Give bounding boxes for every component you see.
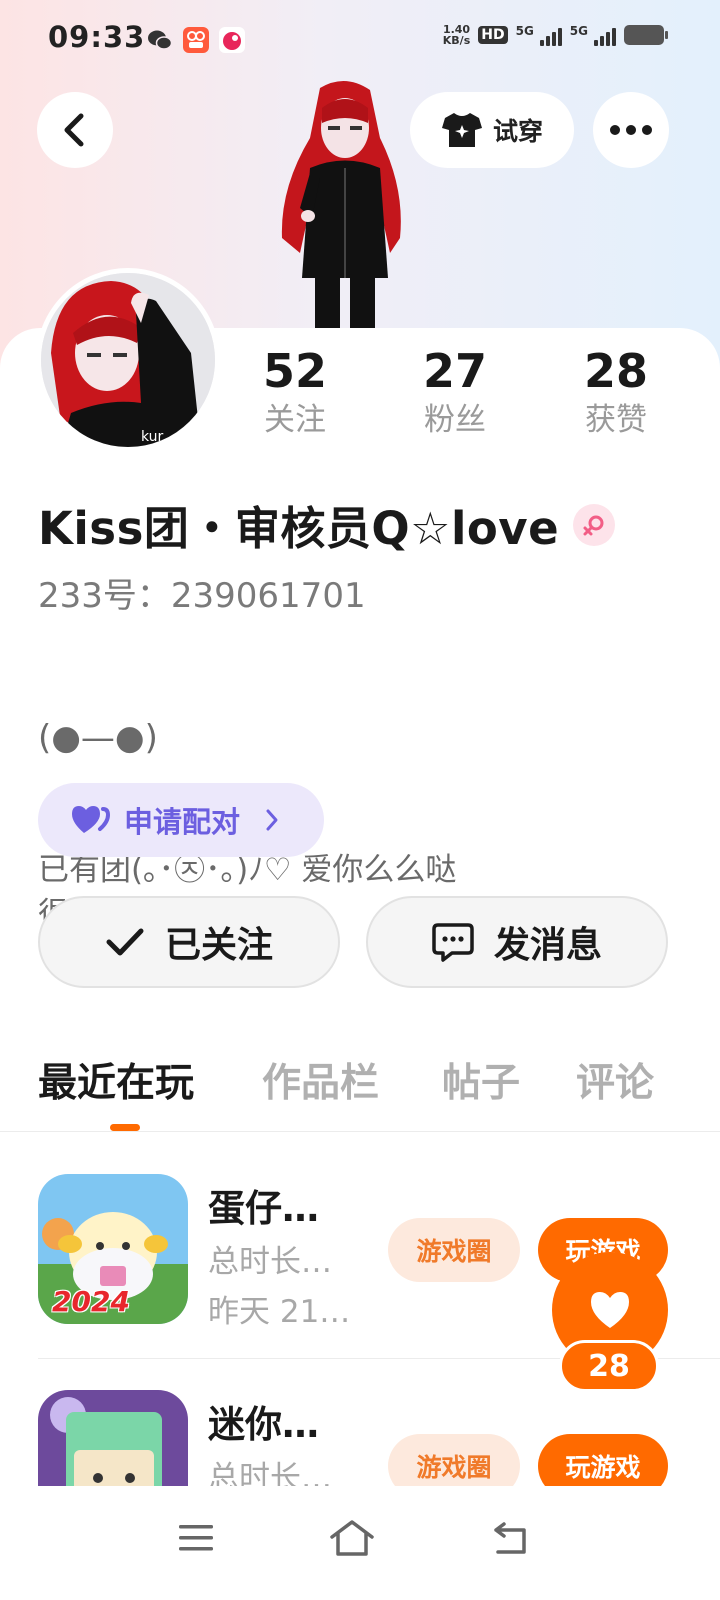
- heart-icon: [591, 1292, 629, 1328]
- game-circle-button[interactable]: 游戏圈: [388, 1434, 520, 1486]
- signal-icon-2: [594, 24, 616, 46]
- game-icon-badge: 2024: [52, 1285, 130, 1318]
- menu-icon: [179, 1525, 213, 1551]
- more-button[interactable]: [593, 92, 669, 168]
- network-type-2: 5G: [569, 24, 588, 38]
- game-total-time: 总时长…: [208, 1460, 332, 1486]
- tab-recent-play[interactable]: 最近在玩: [38, 1052, 194, 1108]
- net-speed: 1.40 KB/s: [442, 23, 471, 47]
- system-nav-bar: [0, 1486, 720, 1600]
- double-heart-icon: [72, 806, 110, 833]
- try-on-button[interactable]: 试穿: [410, 92, 574, 168]
- stat-label: 获赞: [585, 402, 647, 438]
- followed-label: 已关注: [164, 925, 273, 966]
- game-last-played: 昨天 21…: [208, 1294, 351, 1330]
- send-message-label: 发消息: [493, 925, 602, 966]
- stat-likes[interactable]: 28 获赞: [556, 342, 676, 440]
- followed-button[interactable]: 已关注: [38, 896, 340, 988]
- game-title: 蛋仔…: [208, 1187, 319, 1230]
- stat-following[interactable]: 52 关注: [235, 342, 355, 440]
- tab-comments[interactable]: 评论: [576, 1052, 654, 1108]
- avatar-image: kur: [41, 273, 215, 447]
- name-row: Kiss团・审核员Q☆love: [38, 492, 616, 557]
- stat-value: 52: [262, 344, 327, 398]
- list-item[interactable]: 迷你… 总时长… 游戏圈 玩游戏: [0, 1390, 720, 1486]
- game-icon-mini: [38, 1390, 188, 1486]
- profile-tabs: 最近在玩 作品栏 帖子 评论: [0, 1052, 720, 1132]
- tab-works[interactable]: 作品栏: [262, 1052, 379, 1108]
- home-nav-button[interactable]: [322, 1508, 382, 1568]
- stat-label: 关注: [264, 402, 326, 438]
- app-icon: [183, 27, 209, 53]
- play-game-button[interactable]: 玩游戏: [538, 1434, 668, 1486]
- like-count: 28: [559, 1340, 659, 1392]
- user-name: Kiss团・审核员Q☆love: [38, 502, 560, 555]
- tshirt-icon: [441, 113, 482, 147]
- bio-line: (●—●): [38, 718, 158, 758]
- clock: 09:33: [48, 20, 146, 54]
- chevron-left-icon: [64, 113, 84, 147]
- chevron-right-icon: [266, 809, 278, 831]
- signal-icon: [539, 24, 562, 46]
- avatar[interactable]: kur: [36, 268, 220, 452]
- app-icon-2: [219, 27, 245, 53]
- back-nav-button[interactable]: [480, 1508, 540, 1568]
- wechat-icon: [148, 30, 173, 50]
- apply-pair-button[interactable]: 申请配对: [38, 783, 324, 857]
- send-message-button[interactable]: 发消息: [366, 896, 668, 988]
- chat-bubble-icon: [432, 923, 474, 962]
- stat-fans[interactable]: 27 粉丝: [395, 342, 515, 440]
- battery-icon: [624, 25, 668, 45]
- home-icon: [330, 1520, 374, 1556]
- game-icon-eggy: 2024: [38, 1174, 188, 1324]
- active-tab-indicator: [110, 1124, 140, 1131]
- network-type-1: 5G: [515, 24, 534, 38]
- user-id: 233号：239061701: [38, 576, 366, 616]
- back-button[interactable]: [37, 92, 113, 168]
- stat-value: 28: [583, 344, 648, 398]
- menu-nav-button[interactable]: [166, 1508, 226, 1568]
- back-arrow-icon: [494, 1522, 526, 1554]
- stat-label: 粉丝: [424, 402, 486, 438]
- game-circle-button[interactable]: 游戏圈: [388, 1218, 520, 1282]
- tab-posts[interactable]: 帖子: [442, 1052, 520, 1108]
- stat-value: 27: [422, 344, 487, 398]
- status-indicators: 1.40 KB/s HD 5G 5G: [442, 23, 668, 47]
- game-title: 迷你…: [208, 1403, 319, 1446]
- svg-text:kur: kur: [141, 429, 164, 445]
- avatar-3d-figure: [281, 80, 401, 328]
- check-icon: [106, 928, 144, 956]
- try-on-label: 试穿: [492, 117, 543, 146]
- hd-badge: HD: [478, 26, 508, 44]
- game-total-time: 总时长…: [208, 1244, 332, 1280]
- tab-divider: [0, 1131, 720, 1132]
- more-dots-icon: [610, 125, 652, 135]
- apply-pair-label: 申请配对: [124, 805, 241, 839]
- female-icon: [573, 503, 616, 546]
- status-bar: 09:33 1.40 KB/s HD 5G 5G: [0, 0, 720, 80]
